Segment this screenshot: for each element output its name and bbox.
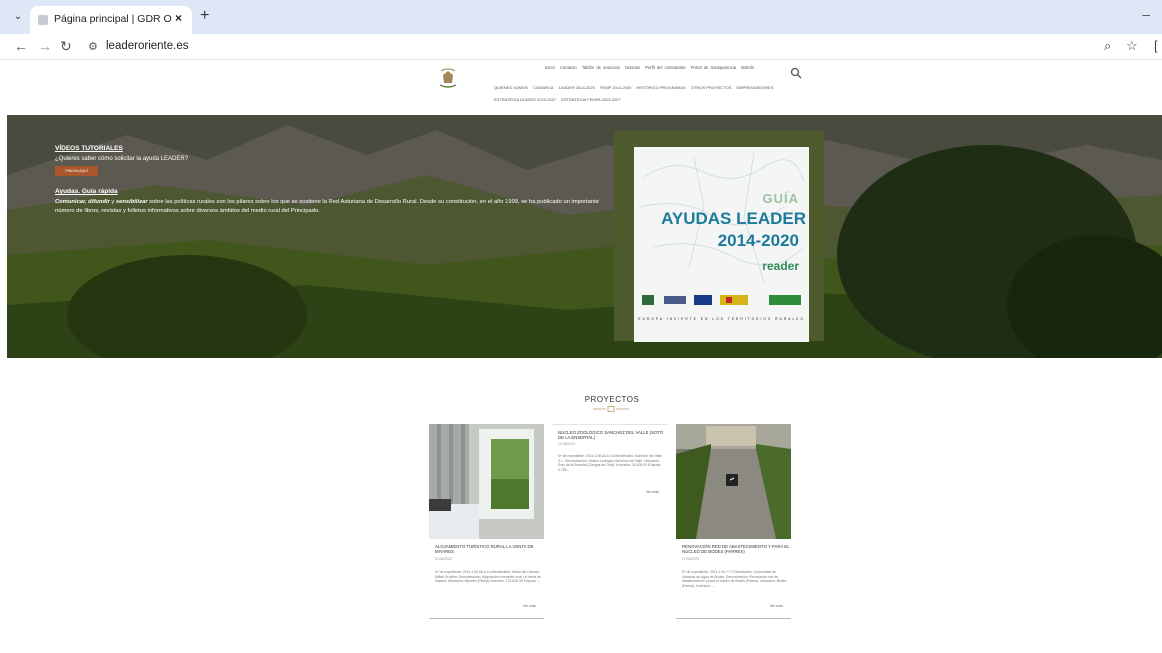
main-nav: QUIÉNES SOMOS COMARCA LEADER 2014-2020 F… [494,85,777,90]
nav-estrategia-fempa[interactable]: ESTRATEGIA FEMPA 2023-2027 [561,97,620,102]
tab-search-dropdown-icon[interactable]: ⌄ [8,7,28,27]
nav-boletin[interactable]: Boletín [741,65,754,70]
nav-tablon[interactable]: Tablón de anuncios [582,65,620,70]
bookmark-star-icon[interactable]: ☆ [1126,38,1138,54]
top-nav: Inicio Contacto Tablón de anuncios Notic… [545,65,757,70]
project-image-village-road [676,424,791,539]
card-title[interactable]: RENOVACIÓN RED DE ABASTECIMIENTO Y PARA … [682,544,790,554]
zoom-icon[interactable]: ⌕ [1104,38,1111,54]
nav-quienes-somos[interactable]: QUIÉNES SOMOS [494,85,528,90]
back-icon[interactable]: ← [14,38,28,54]
section-divider-icon [593,406,629,412]
guide-title: AYUDAS LEADER [661,209,806,228]
side-panel-icon[interactable]: [ [1154,38,1158,53]
hero-description: Comunicar, difundir y sensibilizar sobre… [55,198,615,216]
nav-otros[interactable]: OTROS PROYECTOS [691,85,731,90]
reload-icon[interactable]: ↻ [60,38,72,55]
tab-title: Página principal | GDR Oriente [54,13,172,25]
card-bottom-line [429,618,544,619]
card-date: 21/06/2023 [558,442,575,446]
nav-estrategia-leader[interactable]: ESTRATEGIA LEADER 2023-2027 [494,97,556,102]
new-tab-icon[interactable]: + [200,7,209,25]
card-description: Nº de expediente: 2014.1.06.6A.6.4.a Ben… [558,454,662,472]
guide-guia-label: GUÍA [762,191,799,206]
nav-transparencia[interactable]: Portal de transparencia [691,65,736,70]
guide-footer-text: EUROPA INVIERTE EN LOS TERRITORIOS RURAL… [638,317,805,321]
url-text: leaderoriente.es [106,40,189,52]
nav-contacto[interactable]: Contacto [560,65,577,70]
card-title[interactable]: NÚCLEO ZOOLÓGICO SANCHEZ DEL VALLE (SOTO… [558,430,666,440]
search-icon[interactable] [790,67,802,79]
videos-tutoriales-link[interactable]: VÍDEOS TUTORIALES [55,145,615,152]
browser-tab[interactable]: Página principal | GDR Oriente × [30,6,192,34]
guide-brand: reader [762,259,799,273]
site-logo[interactable] [437,65,459,91]
nav-inicio[interactable]: Inicio [545,65,555,70]
hero-question: ¿Quieres saber cómo solicitar la ayuda L… [55,156,189,162]
nav-noticias[interactable]: Noticias [625,65,640,70]
card-description: Nº de expediente: 2014.1.06.6A.6.4.a Ben… [435,570,541,584]
nav-leader[interactable]: LEADER 2014-2020 [559,85,595,90]
site-info-icon[interactable]: ⚙ [88,40,98,53]
tab-close-icon[interactable]: × [175,11,182,25]
favicon-icon [38,15,48,25]
hero-banner: VÍDEOS TUTORIALES ¿Quieres saber cómo so… [7,115,1162,358]
card-title[interactable]: ALOJAMIENTO TURÍSTICO RURAL LA VENTA DE … [435,544,543,554]
address-bar[interactable]: ⚙ leaderoriente.es [80,37,1085,57]
proyectos-heading: PROYECTOS [584,395,640,404]
nav-femp[interactable]: FEMP 2014-2020 [600,85,631,90]
browser-toolbar: ← → ↻ ⚙ leaderoriente.es ⌕ ☆ [ [0,34,1162,60]
browser-tabbar: ⌄ Página principal | GDR Oriente × + – [0,0,1162,34]
card-date: 21/06/2023 [435,557,452,561]
window-minimize-icon[interactable]: – [1142,6,1150,22]
project-card[interactable]: ALOJAMIENTO TURÍSTICO RURAL LA VENTA DE … [429,424,544,624]
card-description: Nº de expediente: 2014.1.06.7.7.2 Benefi… [682,570,787,588]
hero-text: VÍDEOS TUTORIALES ¿Quieres saber cómo so… [55,145,615,216]
guide-years: 2014-2020 [717,231,799,250]
project-image-bedroom [429,424,544,539]
card-ver-mas-link[interactable]: Ver más [523,604,536,608]
forward-icon[interactable]: → [38,38,52,54]
nav-historico[interactable]: HISTÓRICO PROGRAMAS [637,85,686,90]
project-card[interactable]: RENOVACIÓN RED DE ABASTECIMIENTO Y PARA … [676,424,791,624]
card-bottom-line [676,618,791,619]
card-ver-mas-link[interactable]: Ver más [770,604,783,608]
nav-emprendedores[interactable]: EMPRENDEDORES [736,85,773,90]
card-date: 21/06/2023 [682,557,699,561]
hero-desc-emphasis: Comunicar, difundir [55,199,110,205]
sponsor-logos-strip [642,295,801,305]
main-nav-row2: ESTRATEGIA LEADER 2023-2027 ESTRATEGIA F… [494,97,625,102]
card-ver-mas-link[interactable]: Ver más [646,490,659,494]
nav-comarca[interactable]: COMARCA [533,85,553,90]
project-card[interactable]: NÚCLEO ZOOLÓGICO SANCHEZ DEL VALLE (SOTO… [552,424,667,504]
card-top-line [552,424,667,425]
hero-desc-emphasis-2: sensibilizar [115,199,148,205]
guia-rapida-link[interactable]: Ayudas. Guía rápida [55,188,615,195]
web-page: Inicio Contacto Tablón de anuncios Notic… [0,61,1162,653]
nav-perfil[interactable]: Perfil del contratante [645,65,685,70]
pincha-aqui-button[interactable]: PINCHA AQUÍ [55,166,98,176]
guide-cover-image[interactable]: GUÍA AYUDAS LEADER 2014-2020 reader EURO… [634,147,809,342]
